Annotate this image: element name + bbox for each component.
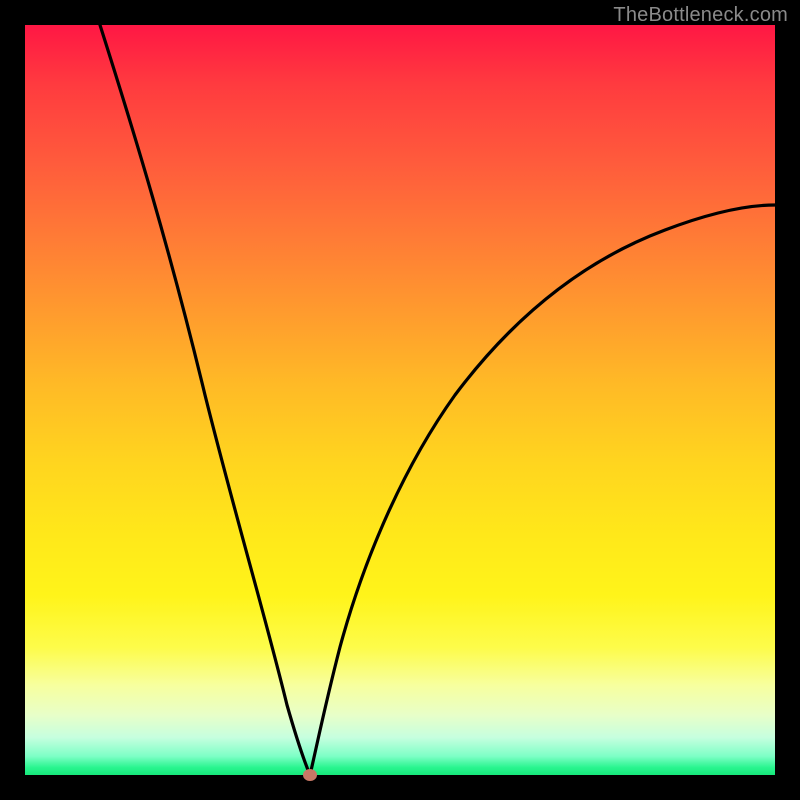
bottleneck-curve — [25, 25, 775, 775]
curve-right-branch — [310, 205, 775, 775]
watermark-text: TheBottleneck.com — [613, 4, 788, 27]
chart-frame: TheBottleneck.com — [0, 0, 800, 800]
optimal-point-marker — [303, 769, 317, 781]
plot-area — [25, 25, 775, 775]
curve-left-branch — [100, 25, 310, 775]
